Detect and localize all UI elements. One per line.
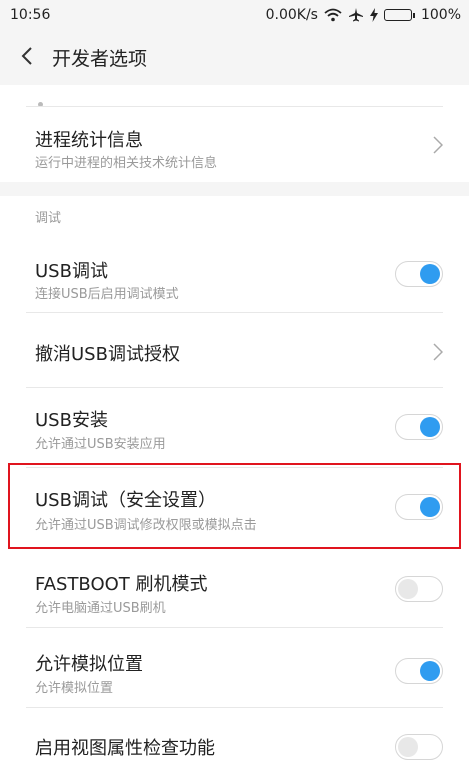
battery-icon bbox=[383, 9, 415, 21]
row-title: 启用视图属性检查功能 bbox=[35, 738, 215, 759]
chevron-right-icon bbox=[433, 343, 443, 361]
row-title: USB安装 bbox=[35, 410, 108, 431]
status-right: 0.00K/s 100% bbox=[266, 7, 461, 23]
row-subtitle: 运行中进程的相关技术统计信息 bbox=[35, 156, 218, 171]
row-revoke-usb-auth[interactable]: 撤消USB调试授权 bbox=[0, 313, 469, 388]
wifi-icon bbox=[324, 8, 342, 22]
row-title: 进程统计信息 bbox=[35, 130, 143, 151]
view-attr-inspect-toggle[interactable] bbox=[395, 734, 443, 760]
mock-location-toggle[interactable] bbox=[395, 658, 443, 684]
row-view-attr-inspect[interactable]: 启用视图属性检查功能 bbox=[0, 708, 469, 766]
status-bar: 10:56 0.00K/s 100% bbox=[0, 0, 469, 32]
page-title: 开发者选项 bbox=[52, 48, 148, 70]
status-time: 10:56 bbox=[10, 7, 51, 23]
row-title: USB调试 bbox=[35, 261, 108, 282]
title-bar: 开发者选项 bbox=[0, 32, 469, 82]
chevron-right-icon bbox=[433, 136, 443, 154]
usb-install-toggle[interactable] bbox=[395, 414, 443, 440]
row-usb-install[interactable]: USB安装 允许通过USB安装应用 bbox=[0, 388, 469, 468]
row-title: 撤消USB调试授权 bbox=[35, 344, 180, 365]
highlight-box bbox=[8, 463, 461, 549]
row-usb-debug[interactable]: USB调试 连接USB后启用调试模式 bbox=[0, 233, 469, 313]
charging-icon bbox=[369, 8, 378, 22]
section-header-debug: 调试 bbox=[35, 211, 62, 226]
row-title: FASTBOOT 刷机模式 bbox=[35, 574, 208, 595]
row-subtitle: 允许电脑通过USB刷机 bbox=[35, 601, 166, 616]
row-process-stats[interactable]: 进程统计信息 运行中进程的相关技术统计信息 bbox=[0, 107, 469, 182]
row-mock-location[interactable]: 允许模拟位置 允许模拟位置 bbox=[0, 628, 469, 708]
battery-level: 100% bbox=[420, 7, 461, 23]
card-top: 进程统计信息 运行中进程的相关技术统计信息 bbox=[0, 85, 469, 182]
chevron-left-icon[interactable] bbox=[18, 44, 38, 68]
fastboot-toggle[interactable] bbox=[395, 576, 443, 602]
row-fastboot[interactable]: FASTBOOT 刷机模式 允许电脑通过USB刷机 bbox=[0, 548, 469, 628]
network-speed: 0.00K/s bbox=[265, 7, 318, 23]
usb-debug-toggle[interactable] bbox=[395, 261, 443, 287]
row-subtitle: 允许模拟位置 bbox=[35, 681, 114, 696]
airplane-icon bbox=[348, 8, 363, 22]
row-subtitle: 连接USB后启用调试模式 bbox=[35, 287, 179, 302]
row-subtitle: 允许通过USB安装应用 bbox=[35, 437, 166, 452]
row-title: 允许模拟位置 bbox=[35, 654, 143, 675]
